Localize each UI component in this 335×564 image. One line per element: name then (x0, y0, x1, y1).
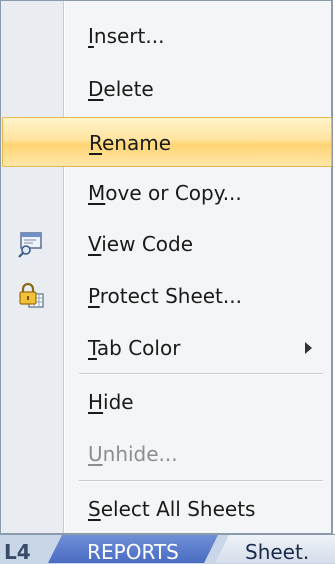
sheet-tab-context-menu: Insert... Delete Rename Move or Copy... … (0, 0, 333, 534)
menu-item-label: Protect Sheet... (88, 284, 242, 308)
menu-item-label: Unhide... (88, 442, 178, 466)
menu-item-label: View Code (88, 232, 194, 256)
menu-item-label: Select All Sheets (88, 497, 256, 521)
menu-item-label: Insert... (88, 24, 165, 48)
menu-item-move-or-copy[interactable]: Move or Copy... (1, 168, 332, 218)
protect-sheet-lock-icon (19, 282, 44, 308)
menu-item-label: Hide (88, 390, 134, 414)
sheet-tab-next[interactable]: Sheet. (215, 535, 335, 563)
menu-item-delete[interactable]: Delete (1, 64, 332, 114)
menu-item-rename[interactable]: Rename (2, 117, 332, 167)
sheet-tab-bar: L4 REPORTS Sheet. (0, 534, 335, 564)
menu-item-protect-sheet[interactable]: Protect Sheet... (1, 271, 332, 321)
menu-separator (79, 480, 323, 482)
menu-item-tab-color[interactable]: Tab Color (1, 323, 332, 373)
menu-item-label: Move or Copy... (88, 181, 242, 205)
submenu-arrow-icon (305, 342, 312, 354)
menu-separator (79, 373, 323, 375)
menu-item-view-code[interactable]: View Code (1, 219, 332, 269)
menu-item-label: Tab Color (88, 336, 181, 360)
menu-item-label: Delete (88, 77, 154, 101)
sheet-tab-reports[interactable]: REPORTS (48, 535, 218, 563)
menu-item-select-all-sheets[interactable]: Select All Sheets (1, 484, 332, 534)
menu-item-hide[interactable]: Hide (1, 377, 332, 427)
view-code-icon (18, 232, 42, 258)
menu-item-unhide: Unhide... (1, 429, 332, 479)
menu-item-insert[interactable]: Insert... (1, 11, 332, 61)
menu-item-label: Rename (89, 131, 172, 155)
